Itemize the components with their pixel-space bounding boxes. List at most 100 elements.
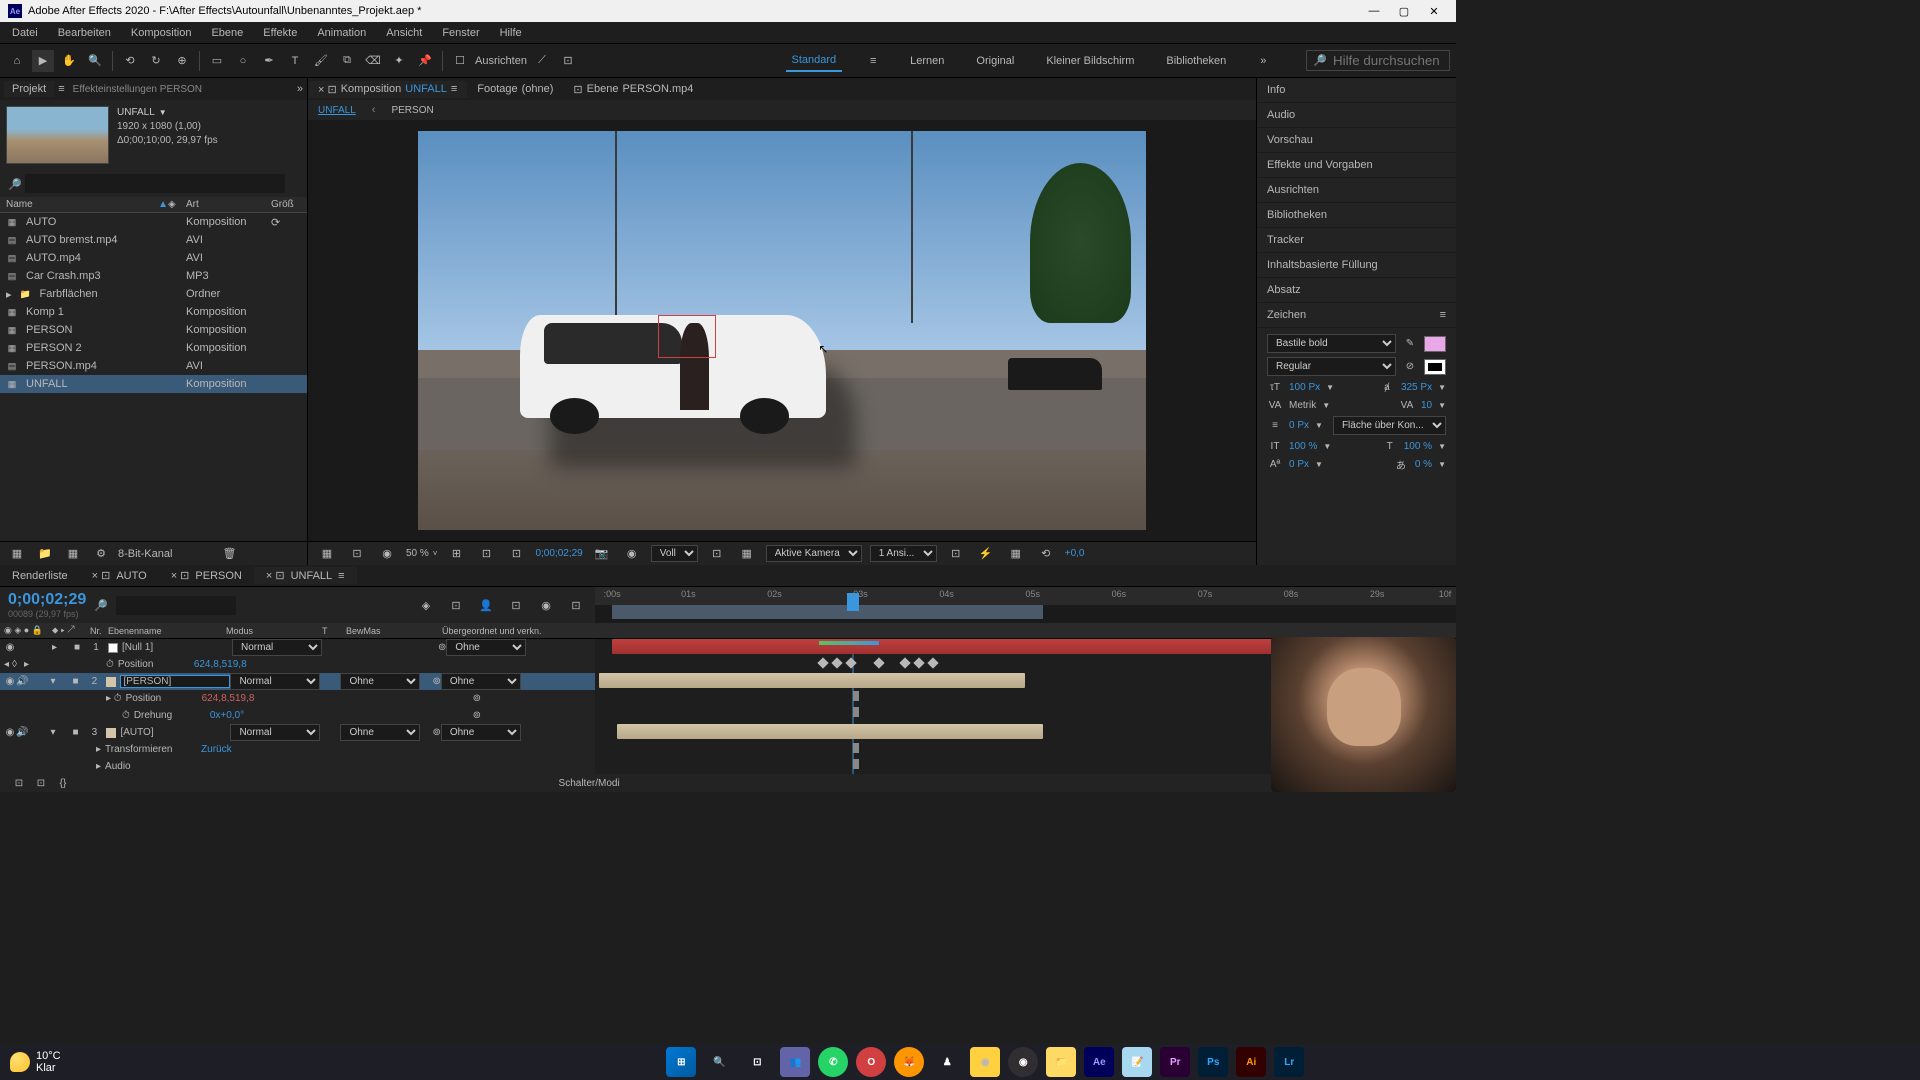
property-row[interactable]: ▸ Audio: [0, 758, 595, 774]
clone-tool-icon[interactable]: ⧉: [336, 50, 358, 72]
snap-opt2-icon[interactable]: ⊡: [557, 50, 579, 72]
project-item[interactable]: ▸📁FarbflächenOrdner: [0, 285, 307, 303]
toggle-switches-icon[interactable]: ⊡: [8, 772, 30, 794]
channel-icon[interactable]: ⊡: [346, 543, 368, 565]
orbit-tool-icon[interactable]: ⟲: [119, 50, 141, 72]
maximize-icon[interactable]: ▢: [1398, 5, 1410, 17]
flowchart-icon[interactable]: ⟲: [1035, 543, 1057, 565]
zoom-tool-icon[interactable]: 🔍: [84, 50, 106, 72]
snap-opt-icon[interactable]: ⟋: [531, 50, 553, 72]
stroke-width-value[interactable]: 0 Px: [1289, 420, 1309, 431]
layer-row[interactable]: ◉ ▸■ 1 [Null 1] Normal ⊚ Ohne: [0, 639, 595, 656]
viewer-timecode[interactable]: 0;00;02;29: [535, 548, 582, 559]
motion-blur-icon[interactable]: ◉: [535, 594, 557, 616]
roi-icon[interactable]: ⊡: [706, 543, 728, 565]
timeline-timecode[interactable]: 0;00;02;29: [8, 591, 86, 609]
anchor-tool-icon[interactable]: ⊕: [171, 50, 193, 72]
app-yellow-icon[interactable]: ◉: [970, 1047, 1000, 1077]
premiere-icon[interactable]: Pr: [1160, 1047, 1190, 1077]
visibility-icon[interactable]: ◉: [4, 676, 16, 687]
col-grob[interactable]: Größ: [271, 199, 301, 210]
app-red-icon[interactable]: O: [856, 1047, 886, 1077]
taskbar-search-icon[interactable]: 🔍: [704, 1047, 734, 1077]
keyframe-icon[interactable]: [853, 691, 859, 701]
ws-overflow-icon[interactable]: »: [1252, 50, 1274, 72]
illustrator-icon[interactable]: Ai: [1236, 1047, 1266, 1077]
col-name[interactable]: Name: [6, 199, 33, 210]
menu-bearbeiten[interactable]: Bearbeiten: [50, 25, 119, 41]
switches-modes-toggle[interactable]: Schalter/Modi: [559, 778, 620, 789]
trash-icon[interactable]: 🗑: [218, 543, 240, 565]
show-snapshot-icon[interactable]: ◉: [621, 543, 643, 565]
project-item[interactable]: ▦UNFALLKomposition: [0, 375, 307, 393]
tab-unfall[interactable]: × ⊡ UNFALL ≡: [254, 567, 357, 584]
new-folder-icon[interactable]: 📁: [34, 543, 56, 565]
visibility-icon[interactable]: ◉: [4, 727, 16, 738]
keyframe-icon[interactable]: [845, 657, 856, 668]
pickwhip-icon[interactable]: ⊚: [473, 710, 481, 721]
explorer-icon[interactable]: 📁: [1046, 1047, 1076, 1077]
menu-ansicht[interactable]: Ansicht: [378, 25, 430, 41]
tab-auto[interactable]: × ⊡ AUTO: [80, 567, 159, 584]
property-row[interactable]: ⏱ Drehung 0x+0,0° ⊚: [0, 707, 595, 724]
res-icon[interactable]: ⊞: [445, 543, 467, 565]
tab-effekteinstellungen[interactable]: Effekteinstellungen PERSON: [65, 82, 210, 97]
pin-tool-icon[interactable]: 📌: [414, 50, 436, 72]
zoom-dropdown[interactable]: 50 % ˅: [406, 548, 437, 559]
keyframe-icon[interactable]: [899, 657, 910, 668]
panel-tracker[interactable]: Tracker: [1257, 228, 1456, 253]
project-item[interactable]: ▦PERSON 2Komposition: [0, 339, 307, 357]
panel-ausrichten[interactable]: Ausrichten: [1257, 178, 1456, 203]
tab-ebene[interactable]: ⊡ Ebene PERSON.mp4: [563, 81, 703, 98]
task-view-icon[interactable]: ⊡: [742, 1047, 772, 1077]
tracking-value[interactable]: 10: [1421, 400, 1432, 411]
stroke-color-swatch[interactable]: [1424, 359, 1446, 375]
blend-mode-dropdown[interactable]: Normal: [230, 724, 320, 741]
font-size-value[interactable]: 100 Px: [1289, 382, 1320, 393]
col-label-icon[interactable]: ◈: [168, 199, 186, 210]
workspace-kleiner[interactable]: Kleiner Bildschirm: [1040, 51, 1140, 71]
weather-widget[interactable]: 10°CKlar: [10, 1050, 61, 1074]
shy-icon[interactable]: 👤: [475, 594, 497, 616]
parent-dropdown[interactable]: Ohne: [441, 724, 521, 741]
tab-renderliste[interactable]: Renderliste: [0, 568, 80, 584]
eraser-tool-icon[interactable]: ⌫: [362, 50, 384, 72]
panel-zeichen[interactable]: Zeichen≡: [1257, 303, 1456, 328]
project-item[interactable]: ▤AUTO bremst.mp4AVI: [0, 231, 307, 249]
layer-color-chip[interactable]: [106, 728, 116, 738]
close-icon[interactable]: ✕: [1428, 5, 1440, 17]
keyframe-icon[interactable]: [853, 759, 859, 769]
roto-tool-icon[interactable]: ✦: [388, 50, 410, 72]
layer-color-chip[interactable]: [106, 677, 116, 687]
tab-projekt[interactable]: Projekt: [4, 81, 54, 97]
vscale-value[interactable]: 100 %: [1289, 441, 1317, 452]
new-comp-icon[interactable]: ▦: [62, 543, 84, 565]
blend-mode-dropdown[interactable]: Normal: [232, 639, 322, 656]
help-search[interactable]: 🔎: [1306, 50, 1450, 71]
property-row[interactable]: ▸ ⏱ Position 624,8,519,8 ⊚: [0, 690, 595, 707]
pickwhip-icon[interactable]: ⊚: [432, 676, 440, 687]
timeline-icon[interactable]: ▦: [1005, 543, 1027, 565]
property-row[interactable]: ◂◊▸ ⏱ Position 624,8,519,8: [0, 656, 595, 673]
tab-person[interactable]: × ⊡ PERSON: [159, 567, 254, 584]
keyframe-icon[interactable]: [853, 707, 859, 717]
workspace-bibliotheken[interactable]: Bibliotheken: [1160, 51, 1232, 71]
workspace-standard[interactable]: Standard: [786, 50, 843, 72]
project-item[interactable]: ▦Komp 1Komposition: [0, 303, 307, 321]
project-search-input[interactable]: [25, 174, 285, 193]
menu-datei[interactable]: Datei: [4, 25, 46, 41]
mask-icon[interactable]: ◉: [376, 543, 398, 565]
trkmat-dropdown[interactable]: Ohne: [340, 673, 420, 690]
layer-row[interactable]: ◉🔊 ▾■ 3 [AUTO] Normal Ohne ⊚ Ohne: [0, 724, 595, 741]
kerning-value[interactable]: Metrik: [1289, 400, 1316, 411]
keyframe-icon[interactable]: [817, 657, 828, 668]
whatsapp-icon[interactable]: ✆: [818, 1047, 848, 1077]
tsume-value[interactable]: 0 %: [1415, 459, 1432, 470]
tab-footage[interactable]: Footage (ohne): [467, 81, 563, 97]
tab-komposition[interactable]: × ⊡ Komposition UNFALL ≡: [308, 81, 467, 98]
font-style-dropdown[interactable]: Regular: [1267, 357, 1396, 376]
font-family-dropdown[interactable]: Bastile bold: [1267, 334, 1396, 353]
panel-inhaltsbasierte[interactable]: Inhaltsbasierte Füllung: [1257, 253, 1456, 278]
firefox-icon[interactable]: 🦊: [894, 1047, 924, 1077]
text-tool-icon[interactable]: T: [284, 50, 306, 72]
